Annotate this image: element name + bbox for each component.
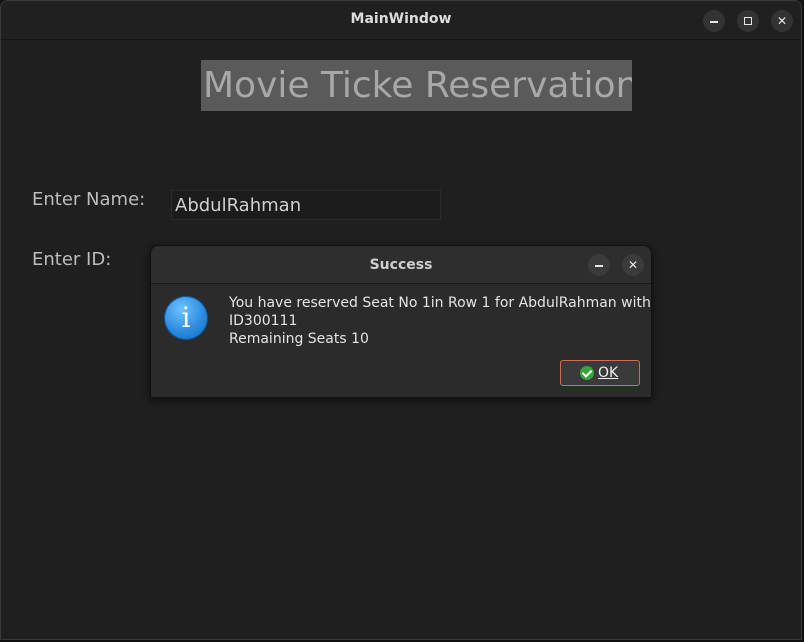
dialog-minimize-button[interactable] [588,254,610,276]
ok-button-label: OK [598,365,619,381]
main-window: MainWindow ✕ Movie Ticke Reservation Ent… [0,0,802,640]
name-input[interactable]: AbdulRahman [171,190,441,220]
info-glyph: i [181,301,191,334]
page-title: Movie Ticke Reservation [201,60,632,111]
name-label: Enter Name: [32,189,146,210]
window-titlebar[interactable]: MainWindow ✕ [1,1,801,40]
minimize-icon [710,21,718,23]
message-line: ID300111 [229,313,298,329]
success-dialog: Success ✕ i You have reserved Seat No 1i… [150,245,652,398]
message-line: You have reserved Seat No 1in Row 1 for … [229,295,651,311]
dialog-title: Success [369,257,433,273]
dialog-message: You have reserved Seat No 1in Row 1 for … [229,294,651,348]
dialog-titlebar[interactable]: Success ✕ [151,246,651,284]
message-line: Remaining Seats 10 [229,331,369,347]
close-icon: ✕ [627,258,639,272]
information-icon: i [164,296,208,340]
close-icon: ✕ [776,14,788,28]
minimize-button[interactable] [703,10,725,32]
id-label: Enter ID: [32,249,112,270]
maximize-icon [744,17,752,25]
minimize-icon [595,265,603,267]
dialog-close-button[interactable]: ✕ [622,254,644,276]
window-title: MainWindow [350,11,452,27]
maximize-button[interactable] [737,10,759,32]
checkmark-icon [580,366,594,380]
ok-button[interactable]: OK [560,360,640,386]
close-button[interactable]: ✕ [771,10,793,32]
